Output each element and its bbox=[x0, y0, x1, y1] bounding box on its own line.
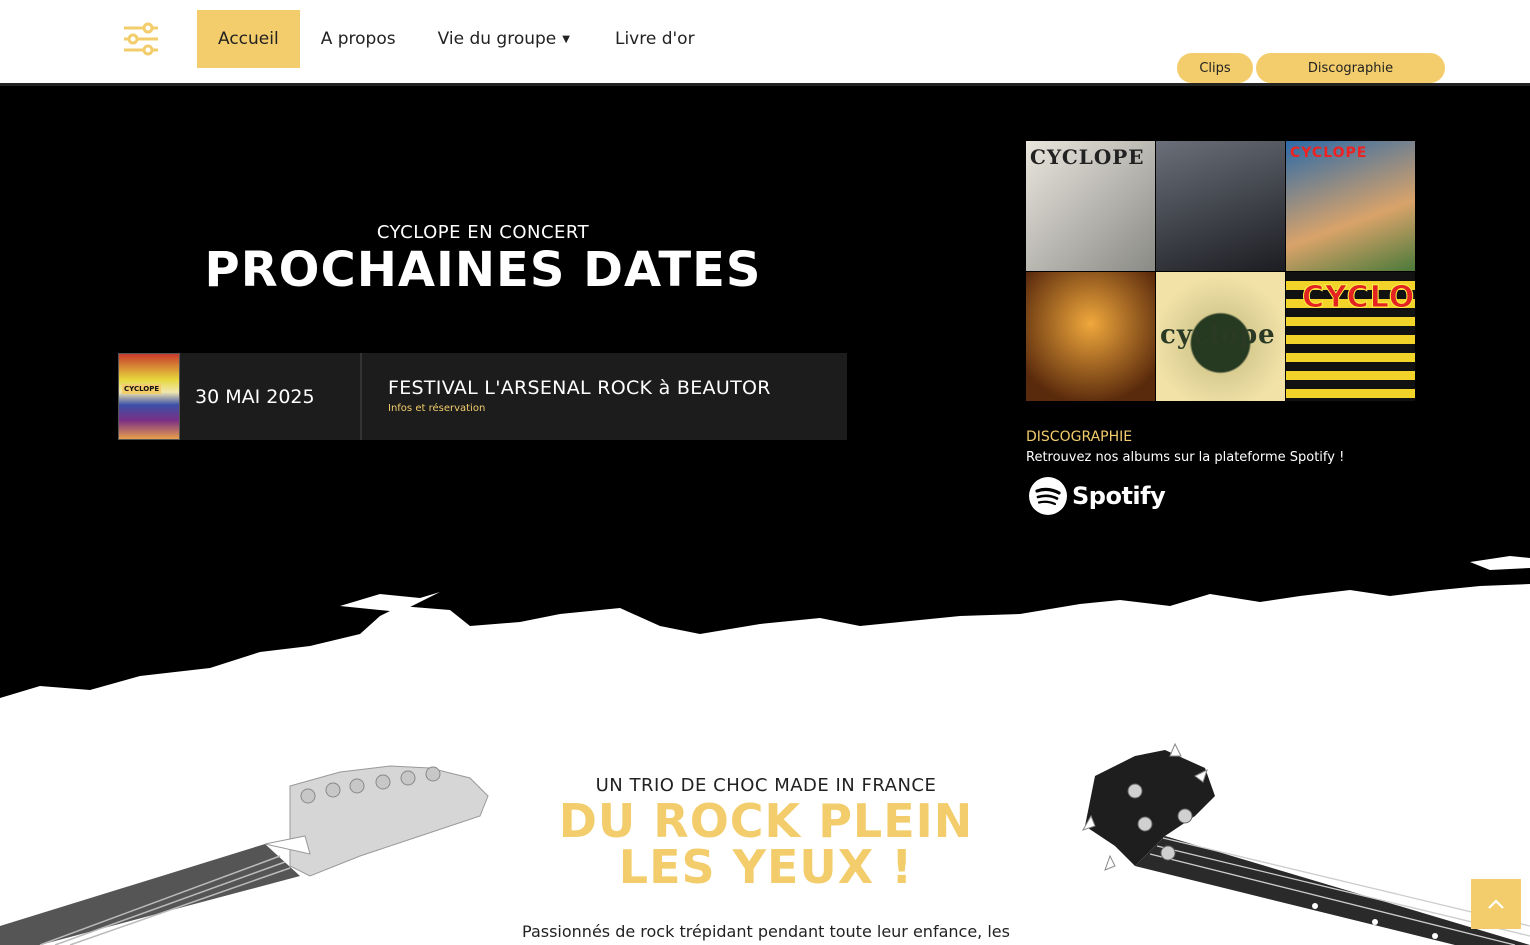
event-info: FESTIVAL L'ARSENAL ROCK à BEAUTOR Infos … bbox=[362, 353, 771, 440]
event-poster: CYCLOPE bbox=[118, 353, 180, 440]
nav-item-vie-du-groupe[interactable]: Vie du groupe ▼ bbox=[417, 10, 591, 68]
about-section: UN TRIO DE CHOC MADE IN FRANCE DU ROCK P… bbox=[0, 726, 1530, 945]
caret-down-icon: ▼ bbox=[562, 33, 570, 45]
intro-paragraph: Passionnés de rock trépidant pendant tou… bbox=[522, 922, 1010, 941]
trio-kicker: UN TRIO DE CHOC MADE IN FRANCE bbox=[595, 775, 937, 796]
nav-item-label: Vie du groupe bbox=[437, 29, 557, 49]
event-card[interactable]: CYCLOPE 30 MAI 2025 FESTIVAL L'ARSENAL R… bbox=[118, 353, 847, 440]
concert-kicker: CYCLOPE EN CONCERT bbox=[376, 222, 590, 243]
clips-button[interactable]: Clips bbox=[1177, 53, 1253, 83]
top-navbar: Accueil A propos Vie du groupe ▼ Livre d'… bbox=[0, 0, 1530, 86]
album-cover bbox=[1156, 141, 1285, 271]
nav-item-accueil[interactable]: Accueil bbox=[197, 10, 300, 68]
nav-item-a-propos[interactable]: A propos bbox=[300, 10, 417, 68]
sliders-icon[interactable] bbox=[122, 22, 160, 56]
rock-headline: DU ROCK PLEIN LES YEUX ! bbox=[558, 794, 974, 894]
discographie-button[interactable]: Discographie bbox=[1256, 53, 1445, 83]
album-cover: CYCLOPE bbox=[1286, 271, 1415, 401]
event-name: FESTIVAL L'ARSENAL ROCK à BEAUTOR bbox=[388, 377, 771, 399]
hero-section: CYCLOPE EN CONCERT PROCHAINES DATES CYCL… bbox=[0, 86, 1530, 726]
album-cover: cyclope bbox=[1156, 271, 1285, 401]
poster-caption: CYCLOPE bbox=[122, 384, 162, 394]
discography-label: DISCOGRAPHIE bbox=[1026, 429, 1133, 445]
scroll-to-top-button[interactable] bbox=[1471, 879, 1521, 929]
guitar-headstock-right bbox=[1081, 742, 1530, 945]
album-cover-text: cyclope bbox=[1160, 319, 1276, 350]
guitar-headstock-left bbox=[0, 765, 489, 945]
nav-item-label: A propos bbox=[320, 29, 396, 49]
spotify-icon bbox=[1029, 477, 1067, 515]
event-booking-link[interactable]: Infos et réservation bbox=[388, 403, 771, 414]
event-date: 30 MAI 2025 bbox=[180, 353, 362, 440]
nav-item-label: Accueil bbox=[218, 29, 279, 49]
chevron-up-icon bbox=[1488, 899, 1504, 909]
spotify-link[interactable]: Spotify bbox=[1028, 476, 1166, 516]
album-cover-text: CYCLOPE bbox=[1030, 145, 1145, 169]
album-cover-text: CYCLOPE bbox=[1302, 279, 1415, 315]
discography-text: Retrouvez nos albums sur la plateforme S… bbox=[1026, 450, 1345, 465]
page-title: PROCHAINES DATES bbox=[204, 242, 762, 298]
main-nav: Accueil A propos Vie du groupe ▼ Livre d'… bbox=[197, 10, 716, 68]
album-covers[interactable]: CYCLOPE CYCLOPE cyclope CYCLOPE bbox=[1026, 141, 1415, 401]
album-cover-text: CYCLOPE bbox=[1290, 145, 1368, 161]
album-cover: CYCLOPE bbox=[1286, 141, 1415, 271]
album-cover bbox=[1026, 271, 1155, 401]
album-cover: CYCLOPE bbox=[1026, 141, 1155, 271]
nav-item-livre-dor[interactable]: Livre d'or bbox=[594, 10, 716, 68]
spotify-wordmark: Spotify bbox=[1072, 482, 1166, 510]
nav-item-label: Livre d'or bbox=[614, 29, 695, 49]
